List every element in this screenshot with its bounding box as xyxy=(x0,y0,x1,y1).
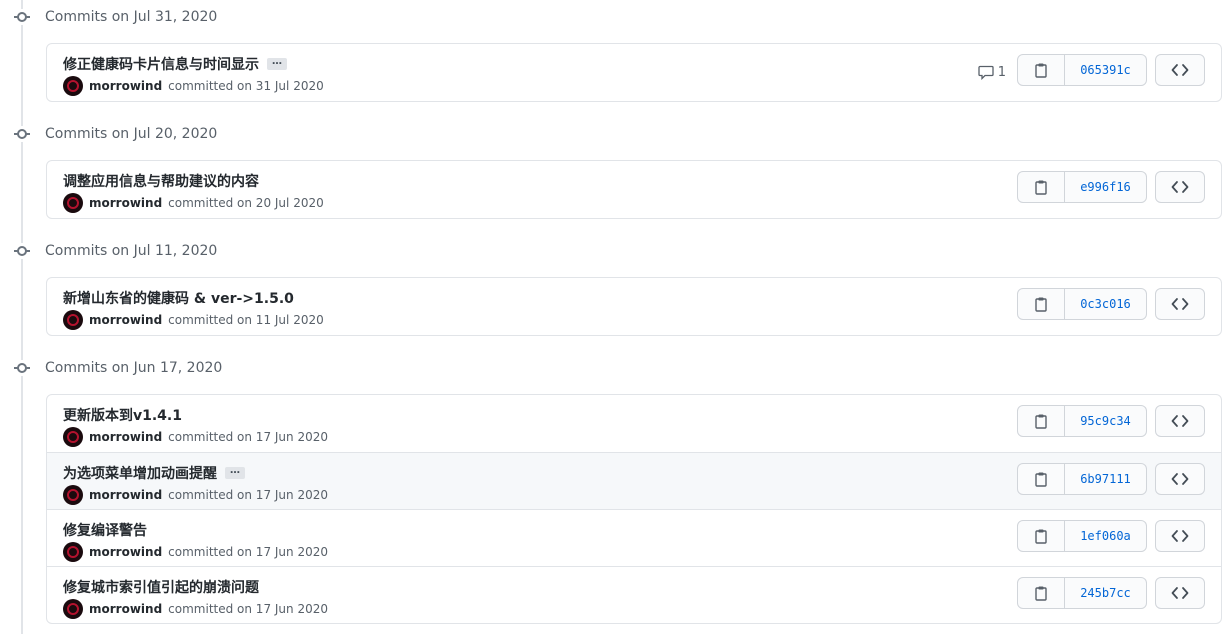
commit-date: committed on 31 Jul 2020 xyxy=(168,79,324,93)
code-icon xyxy=(1171,530,1189,542)
commit-row: 调整应用信息与帮助建议的内容 morrowind committed on 20… xyxy=(47,161,1221,218)
expand-message-button[interactable]: … xyxy=(267,57,287,70)
clipboard-icon xyxy=(1035,63,1047,78)
commit-date: committed on 17 Jun 2020 xyxy=(168,430,328,444)
commit-row: 为选项菜单增加动画提醒 … morrowind committed on 17 … xyxy=(47,452,1221,509)
commit-message-link[interactable]: 修复城市索引值引起的崩溃问题 xyxy=(63,577,259,597)
author-link[interactable]: morrowind xyxy=(89,313,162,327)
browse-repo-button[interactable] xyxy=(1155,288,1205,320)
browse-repo-button[interactable] xyxy=(1155,405,1205,437)
clipboard-icon xyxy=(1035,586,1047,601)
avatar[interactable] xyxy=(63,76,83,96)
commit-sha-link[interactable]: 95c9c34 xyxy=(1065,405,1147,437)
git-commit-icon xyxy=(14,9,30,25)
author-link[interactable]: morrowind xyxy=(89,430,162,444)
avatar[interactable] xyxy=(63,310,83,330)
copy-sha-button[interactable] xyxy=(1017,463,1065,495)
group-title: Commits on Jul 31, 2020 xyxy=(45,9,218,25)
commit-list: 修正健康码卡片信息与时间显示 … morrowind committed on … xyxy=(46,43,1222,102)
avatar[interactable] xyxy=(63,485,83,505)
copy-sha-button[interactable] xyxy=(1017,288,1065,320)
author-link[interactable]: morrowind xyxy=(89,602,162,616)
clipboard-icon xyxy=(1035,414,1047,429)
copy-sha-button[interactable] xyxy=(1017,405,1065,437)
commit-sha-link[interactable]: 245b7cc xyxy=(1065,577,1147,609)
author-link[interactable]: morrowind xyxy=(89,488,162,502)
avatar[interactable] xyxy=(63,427,83,447)
commit-sha-link[interactable]: 6b97111 xyxy=(1065,463,1147,495)
commit-date: committed on 17 Jun 2020 xyxy=(168,602,328,616)
clipboard-icon xyxy=(1035,297,1047,312)
git-commit-icon xyxy=(14,360,30,376)
code-icon xyxy=(1171,587,1189,599)
copy-sha-button[interactable] xyxy=(1017,520,1065,552)
code-icon xyxy=(1171,415,1189,427)
group-title: Commits on Jul 11, 2020 xyxy=(45,243,218,259)
author-link[interactable]: morrowind xyxy=(89,196,162,210)
commit-message-link[interactable]: 为选项菜单增加动画提醒 xyxy=(63,463,217,483)
commit-row: 修复编译警告 morrowind committed on 17 Jun 202… xyxy=(47,509,1221,566)
author-link[interactable]: morrowind xyxy=(89,545,162,559)
group-title: Commits on Jul 20, 2020 xyxy=(45,126,218,142)
commit-row: 修复城市索引值引起的崩溃问题 morrowind committed on 17… xyxy=(47,566,1221,623)
commit-sha-link[interactable]: 0c3c016 xyxy=(1065,288,1147,320)
commit-list: 更新版本到v1.4.1 morrowind committed on 17 Ju… xyxy=(46,394,1222,624)
commit-date: committed on 11 Jul 2020 xyxy=(168,313,324,327)
commit-message-link[interactable]: 调整应用信息与帮助建议的内容 xyxy=(63,171,259,191)
browse-repo-button[interactable] xyxy=(1155,520,1205,552)
commit-date: committed on 20 Jul 2020 xyxy=(168,196,324,210)
avatar[interactable] xyxy=(63,599,83,619)
expand-message-button[interactable]: … xyxy=(225,466,245,479)
author-link[interactable]: morrowind xyxy=(89,79,162,93)
commit-row: 修正健康码卡片信息与时间显示 … morrowind committed on … xyxy=(47,44,1221,101)
comment-icon xyxy=(978,65,994,80)
group-title: Commits on Jun 17, 2020 xyxy=(45,360,223,376)
timeline-line xyxy=(21,0,23,634)
commit-sha-link[interactable]: e996f16 xyxy=(1065,171,1147,203)
code-icon xyxy=(1171,298,1189,310)
copy-sha-button[interactable] xyxy=(1017,54,1065,86)
commit-message-link[interactable]: 修正健康码卡片信息与时间显示 xyxy=(63,54,259,74)
avatar[interactable] xyxy=(63,193,83,213)
code-icon xyxy=(1171,64,1189,76)
code-icon xyxy=(1171,181,1189,193)
commit-date: committed on 17 Jun 2020 xyxy=(168,545,328,559)
commit-message-link[interactable]: 修复编译警告 xyxy=(63,520,147,540)
commit-row: 更新版本到v1.4.1 morrowind committed on 17 Ju… xyxy=(47,395,1221,452)
clipboard-icon xyxy=(1035,529,1047,544)
commit-sha-link[interactable]: 1ef060a xyxy=(1065,520,1147,552)
comment-count: 1 xyxy=(997,64,1006,80)
avatar[interactable] xyxy=(63,542,83,562)
commit-sha-link[interactable]: 065391c xyxy=(1065,54,1147,86)
browse-repo-button[interactable] xyxy=(1155,171,1205,203)
commit-list: 新增山东省的健康码 & ver->1.5.0 morrowind committ… xyxy=(46,277,1222,336)
git-commit-icon xyxy=(14,243,30,259)
git-commit-icon xyxy=(14,126,30,142)
comments-link[interactable]: 1 xyxy=(978,64,1006,80)
browse-repo-button[interactable] xyxy=(1155,54,1205,86)
commit-row: 新增山东省的健康码 & ver->1.5.0 morrowind committ… xyxy=(47,278,1221,335)
commit-message-link[interactable]: 更新版本到v1.4.1 xyxy=(63,405,182,425)
browse-repo-button[interactable] xyxy=(1155,577,1205,609)
browse-repo-button[interactable] xyxy=(1155,463,1205,495)
clipboard-icon xyxy=(1035,180,1047,195)
copy-sha-button[interactable] xyxy=(1017,577,1065,609)
commit-date: committed on 17 Jun 2020 xyxy=(168,488,328,502)
copy-sha-button[interactable] xyxy=(1017,171,1065,203)
clipboard-icon xyxy=(1035,472,1047,487)
commit-message-link[interactable]: 新增山东省的健康码 & ver->1.5.0 xyxy=(63,288,294,308)
commit-list: 调整应用信息与帮助建议的内容 morrowind committed on 20… xyxy=(46,160,1222,219)
code-icon xyxy=(1171,473,1189,485)
